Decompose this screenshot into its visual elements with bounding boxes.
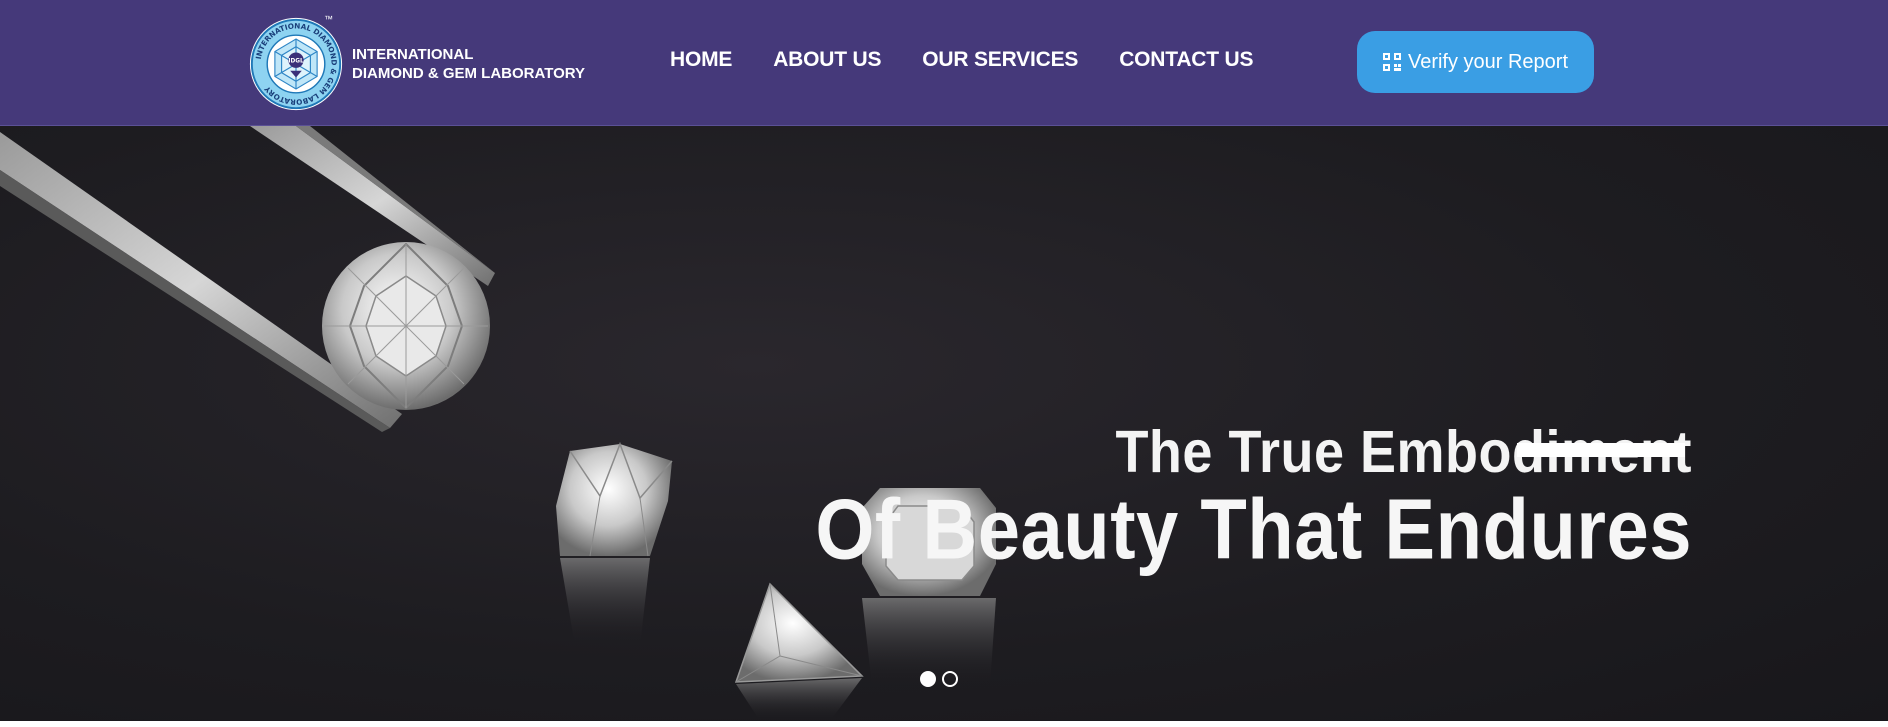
page-divider: [0, 721, 1888, 727]
idgl-seal-logo: INTERNATIONAL DIAMOND & GEM LABORATORY I…: [249, 17, 343, 111]
svg-text:IDGL: IDGL: [288, 59, 304, 65]
carousel-dot-1[interactable]: [920, 671, 936, 687]
site-logo[interactable]: INTERNATIONAL DIAMOND & GEM LABORATORY I…: [248, 14, 585, 112]
verify-report-button[interactable]: Verify your Report: [1357, 31, 1594, 93]
trillion-diamond-image: [734, 582, 864, 721]
trademark-symbol: ™: [324, 14, 333, 24]
pear-diamond-image: [556, 441, 673, 646]
hero-headline-line-2: Of Beauty That Endures: [815, 482, 1692, 578]
logo-wordmark: INTERNATIONAL DIAMOND & GEM LABORATORY: [352, 45, 585, 83]
main-nav: HOME ABOUT US OUR SERVICES CONTACT US: [670, 48, 1294, 72]
carousel-dot-2[interactable]: [942, 671, 958, 687]
nav-about-us[interactable]: ABOUT US: [773, 48, 881, 72]
logo-line-1: INTERNATIONAL: [352, 46, 474, 63]
verify-report-label: Verify your Report: [1407, 50, 1569, 73]
site-header: INTERNATIONAL DIAMOND & GEM LABORATORY I…: [0, 0, 1888, 126]
headline-underline: [1517, 443, 1685, 457]
nav-contact-us[interactable]: CONTACT US: [1119, 48, 1253, 72]
hero-banner: The True Embodiment Of Beauty That Endur…: [0, 126, 1888, 721]
qr-code-icon: [1382, 53, 1401, 71]
carousel-indicators: [920, 671, 958, 687]
round-diamond-image: [322, 242, 490, 410]
logo-line-2: DIAMOND & GEM LABORATORY: [352, 65, 586, 82]
nav-our-services[interactable]: OUR SERVICES: [922, 48, 1078, 72]
nav-home[interactable]: HOME: [670, 48, 732, 72]
